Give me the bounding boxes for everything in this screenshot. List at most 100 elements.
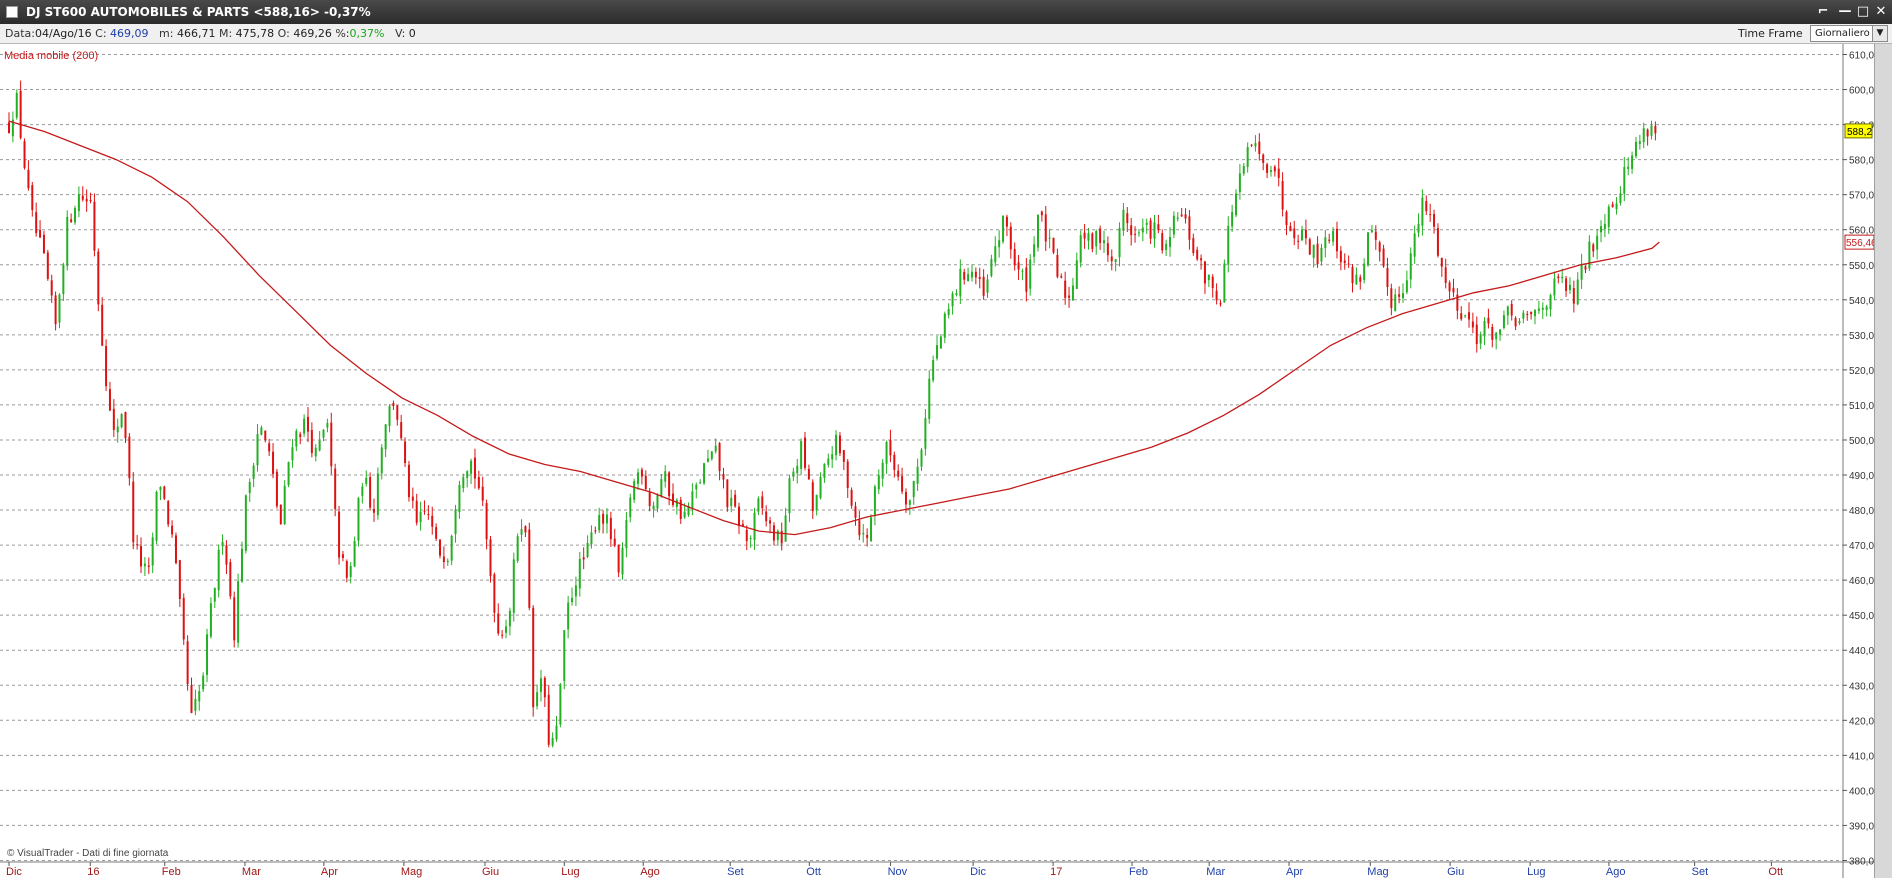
candle-body (1134, 233, 1137, 235)
candle-body (986, 279, 989, 293)
candle-body (1017, 262, 1020, 270)
candle-body (800, 441, 803, 469)
date-label: Data: (5, 27, 35, 40)
vertical-scrollbar[interactable] (1874, 44, 1892, 878)
candle-body (784, 515, 787, 542)
candle-body (543, 677, 546, 698)
candle-body (539, 678, 542, 692)
max-label: M: (218, 27, 233, 40)
timeframe-label: Time Frame (1738, 27, 1803, 40)
x-tick-label: Set (727, 866, 744, 878)
candle-body (621, 547, 624, 575)
candle-body (1642, 128, 1645, 143)
candle-body (668, 472, 671, 497)
candle-body (1266, 164, 1269, 173)
candle-body (1293, 228, 1296, 239)
candle-body (1561, 276, 1564, 279)
candle-body (726, 479, 729, 508)
candle-body (466, 471, 469, 478)
candle-body (497, 613, 500, 634)
candle-body (1110, 256, 1113, 262)
candlestick-chart[interactable]: Media mobile (200) 380,0 390,0 400,0 410,0 4… (0, 44, 1874, 878)
candle-body (1083, 232, 1086, 239)
candle-body (648, 492, 651, 507)
candle-body (295, 431, 298, 447)
footer-source: © VisualTrader - Dati di fine giornata (7, 848, 169, 859)
x-tick-label: Feb (162, 866, 181, 878)
candle-body (147, 565, 150, 568)
y-tick-label: 550,0 (1849, 261, 1874, 272)
tool-icon[interactable]: ⌐ (1812, 2, 1834, 22)
candle-body (974, 271, 977, 278)
candle-body (1471, 321, 1474, 328)
candle-body (132, 481, 135, 543)
x-tick-label: Mag (401, 866, 422, 878)
candle-body (1227, 226, 1230, 265)
candle-body (19, 90, 22, 138)
candle-body (629, 497, 632, 518)
candle-body (1518, 321, 1521, 324)
candle-body (846, 461, 849, 488)
candle-body (167, 501, 170, 525)
candle-body (42, 234, 45, 254)
candle-body (644, 475, 647, 490)
candle-body (1328, 239, 1331, 241)
candle-body (1487, 317, 1490, 324)
candle-body (264, 430, 267, 440)
candle-body (815, 494, 818, 511)
candle-body (151, 537, 154, 566)
timeframe-select[interactable]: Giornaliero ▼ (1810, 25, 1888, 42)
close-button[interactable]: ✕ (1870, 2, 1892, 22)
chevron-down-icon[interactable]: ▼ (1872, 26, 1887, 41)
candle-body (1514, 318, 1517, 327)
candle-body (415, 500, 418, 523)
candle-body (450, 535, 453, 561)
candle-body (470, 460, 473, 474)
candle-body (660, 479, 663, 497)
candle-body (1332, 231, 1335, 242)
candle-body (85, 198, 88, 202)
candle-body (1165, 243, 1168, 250)
candle-body (1452, 287, 1455, 293)
candle-body (1335, 228, 1338, 252)
candle-body (50, 280, 53, 296)
candle-body (959, 268, 962, 297)
candle-body (1603, 223, 1606, 230)
candle-body (1277, 168, 1280, 179)
candle-body (1534, 310, 1537, 317)
candle-body (388, 406, 391, 426)
candle-body (1553, 278, 1556, 296)
candle-body (970, 271, 973, 278)
candle-body (1021, 270, 1024, 272)
candle-body (112, 408, 115, 430)
candle-body (881, 462, 884, 479)
candle-body (89, 199, 92, 202)
candle-body (1394, 294, 1397, 312)
candle-body (1565, 278, 1568, 291)
candle-body (850, 489, 853, 506)
x-tick-label: Apr (1286, 866, 1303, 878)
candle-body (1172, 215, 1175, 235)
candle-body (1506, 306, 1509, 316)
y-tick-label: 610,0 (1849, 51, 1874, 62)
candle-body (1246, 147, 1249, 167)
candle-body (419, 511, 422, 523)
candle-body (842, 450, 845, 462)
y-tick-label: 510,0 (1849, 401, 1874, 412)
candle-body (1324, 237, 1327, 249)
candle-body (1351, 267, 1354, 284)
candle-body (326, 423, 329, 428)
candle-body (1467, 312, 1470, 320)
candle-body (369, 477, 372, 508)
candle-body (838, 435, 841, 454)
candle-body (1196, 249, 1199, 260)
candle-body (1157, 224, 1160, 231)
candle-body (904, 491, 907, 505)
candle-body (1297, 240, 1300, 242)
candle-body (1339, 250, 1342, 263)
candle-body (1436, 228, 1439, 256)
candle-body (862, 532, 865, 535)
candle-body (990, 259, 993, 276)
candle-body (1464, 315, 1467, 317)
candle-body (446, 560, 449, 563)
